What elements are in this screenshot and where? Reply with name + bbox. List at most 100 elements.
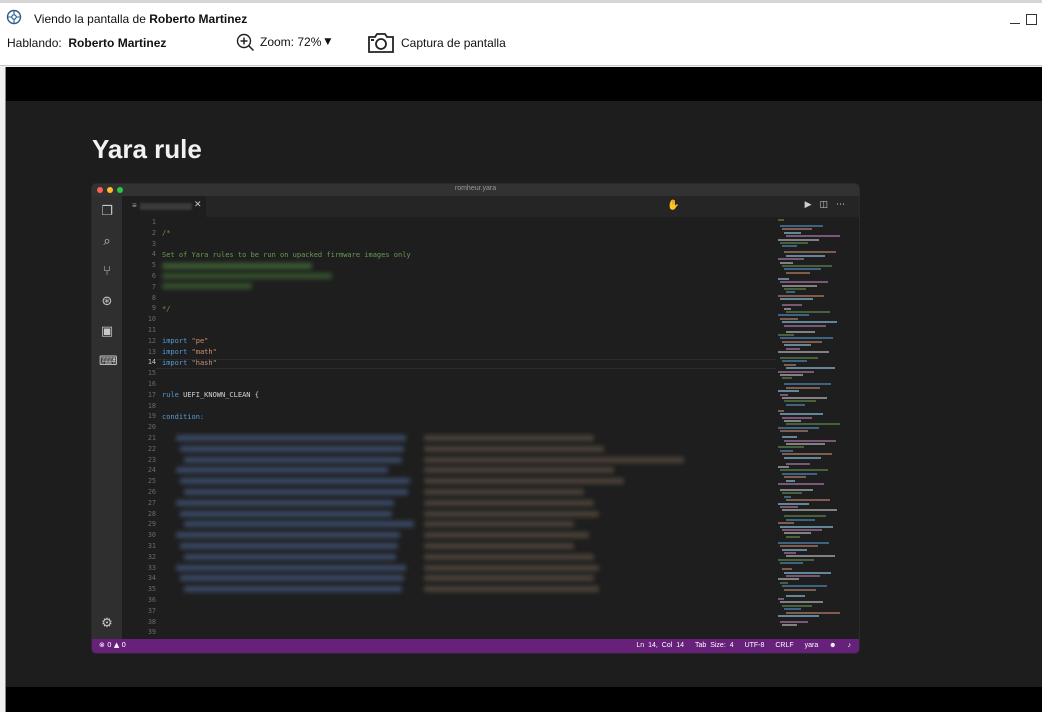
minimap-line [778, 351, 829, 353]
line-number: 3 [151, 239, 156, 248]
talking-name: Roberto Martinez [68, 36, 167, 50]
minimap-line [780, 261, 793, 264]
line-number: 23 [147, 455, 156, 464]
minimap-line [782, 416, 812, 419]
code-line-9: */ [162, 305, 171, 313]
feedback-icon: ☻ [829, 642, 837, 649]
minimap-line [780, 581, 788, 584]
editor-filename: romheur.yara [454, 185, 497, 192]
blurred-code [184, 586, 402, 593]
minimap-line [784, 608, 801, 611]
minimap-line [786, 479, 795, 482]
blurred-comment [162, 263, 312, 269]
tab-name-blurred [140, 203, 192, 210]
maximize-button[interactable] [1026, 14, 1037, 25]
line-number: 27 [147, 498, 156, 507]
code-line-2: /* [162, 229, 171, 237]
line-number: 12 [147, 336, 156, 345]
minimap-line [784, 571, 831, 574]
blurred-code [180, 445, 404, 452]
line-number: 9 [151, 304, 156, 313]
minimize-button[interactable] [1010, 12, 1020, 24]
line-number: 20 [147, 423, 156, 432]
minimap-line [782, 265, 832, 267]
minimap-line [786, 535, 800, 538]
line-number: 32 [147, 552, 156, 561]
line-ending: CRLF [775, 642, 794, 649]
code-line-17: rule UEFI_KNOWN_CLEAN { [162, 391, 259, 399]
minimap-line [780, 374, 803, 376]
blurred-code [424, 543, 574, 549]
zoom-dropdown[interactable]: Zoom: 72% ▼ [236, 32, 331, 52]
app-logo-icon [6, 9, 22, 25]
line-number: 25 [147, 477, 156, 486]
blurred-code [424, 510, 599, 517]
keyword-import: import [162, 337, 188, 345]
string-literal: "hash" [191, 359, 217, 367]
blurred-code [184, 521, 414, 528]
minimap-line [784, 532, 811, 535]
code-editor-screenshot: romheur.yara ❐ ⌕ ⑂ ⊛ ▣ ⌨ ⚙ ≡ ✕ ✋ ▶◫⋯ 1 2… [92, 184, 859, 653]
minimap-line [780, 242, 808, 244]
status-right: Ln 14, Col 14 Tab Size: 4 UTF-8 CRLF yar… [629, 642, 851, 649]
blurred-code [176, 532, 400, 539]
line-number: 2 [151, 228, 156, 237]
minimap-line [784, 552, 796, 554]
minimap-line [778, 466, 789, 468]
minimap-line [778, 294, 824, 297]
minimap-line [786, 254, 825, 257]
minimap-line [778, 502, 809, 505]
keyword-import: import [162, 359, 188, 367]
blurred-code [424, 445, 604, 452]
talking-label: Hablando: [7, 36, 62, 50]
viewer-toolbar: Hablando: Roberto Martinez Zoom: 72% ▼ C… [0, 30, 1042, 66]
minimap-line [782, 284, 817, 287]
blurred-code [184, 489, 408, 495]
minimap-line [786, 423, 840, 426]
code-line-19: condition: [162, 413, 205, 421]
warning-count: 0 [121, 641, 126, 649]
minimap-line [784, 288, 806, 290]
slide-title: Yara rule [92, 134, 202, 164]
line-number: 22 [147, 444, 156, 453]
minimap-line [784, 251, 836, 254]
line-number: 5 [151, 261, 156, 270]
line-number: 8 [151, 293, 156, 302]
minimap-line [786, 271, 810, 274]
blurred-code [176, 467, 388, 474]
editor-tab: ≡ ✕ [122, 196, 206, 217]
minimap-line [786, 499, 830, 502]
line-number: 38 [147, 617, 156, 626]
minimap-line [778, 238, 819, 241]
warning-icon: ▲ [113, 641, 120, 649]
code-line-14: import "hash" [162, 359, 217, 367]
minimap-line [778, 390, 799, 393]
editor-actions: ▶◫⋯ [805, 200, 853, 210]
minimap-line [786, 403, 805, 406]
line-number: 24 [147, 466, 156, 475]
blurred-code [424, 564, 599, 571]
minimap-line [786, 291, 795, 294]
minimap-line [778, 334, 794, 336]
tab-close-icon: ✕ [194, 200, 202, 210]
minimap-line [786, 443, 825, 445]
minimap-line [778, 426, 819, 429]
minimap-line [780, 506, 798, 508]
minimap-line [780, 525, 833, 528]
screenshot-button[interactable]: Captura de pantalla [367, 31, 506, 55]
blurred-code [180, 543, 398, 549]
minimap-line [778, 615, 819, 617]
blurred-code [424, 456, 684, 463]
string-literal: "pe" [191, 337, 209, 345]
minimap-line [782, 509, 837, 512]
error-count: 0 [107, 641, 112, 649]
line-number: 1 [151, 218, 156, 226]
minimap-line [786, 611, 840, 614]
minimap-line [784, 515, 826, 518]
search-icon: ⌕ [103, 234, 111, 249]
blurred-code [424, 575, 594, 582]
minimap-line [782, 453, 832, 456]
blurred-code [424, 435, 594, 441]
settings-gear-icon: ⚙ [101, 616, 113, 631]
minimap-line [786, 594, 805, 597]
